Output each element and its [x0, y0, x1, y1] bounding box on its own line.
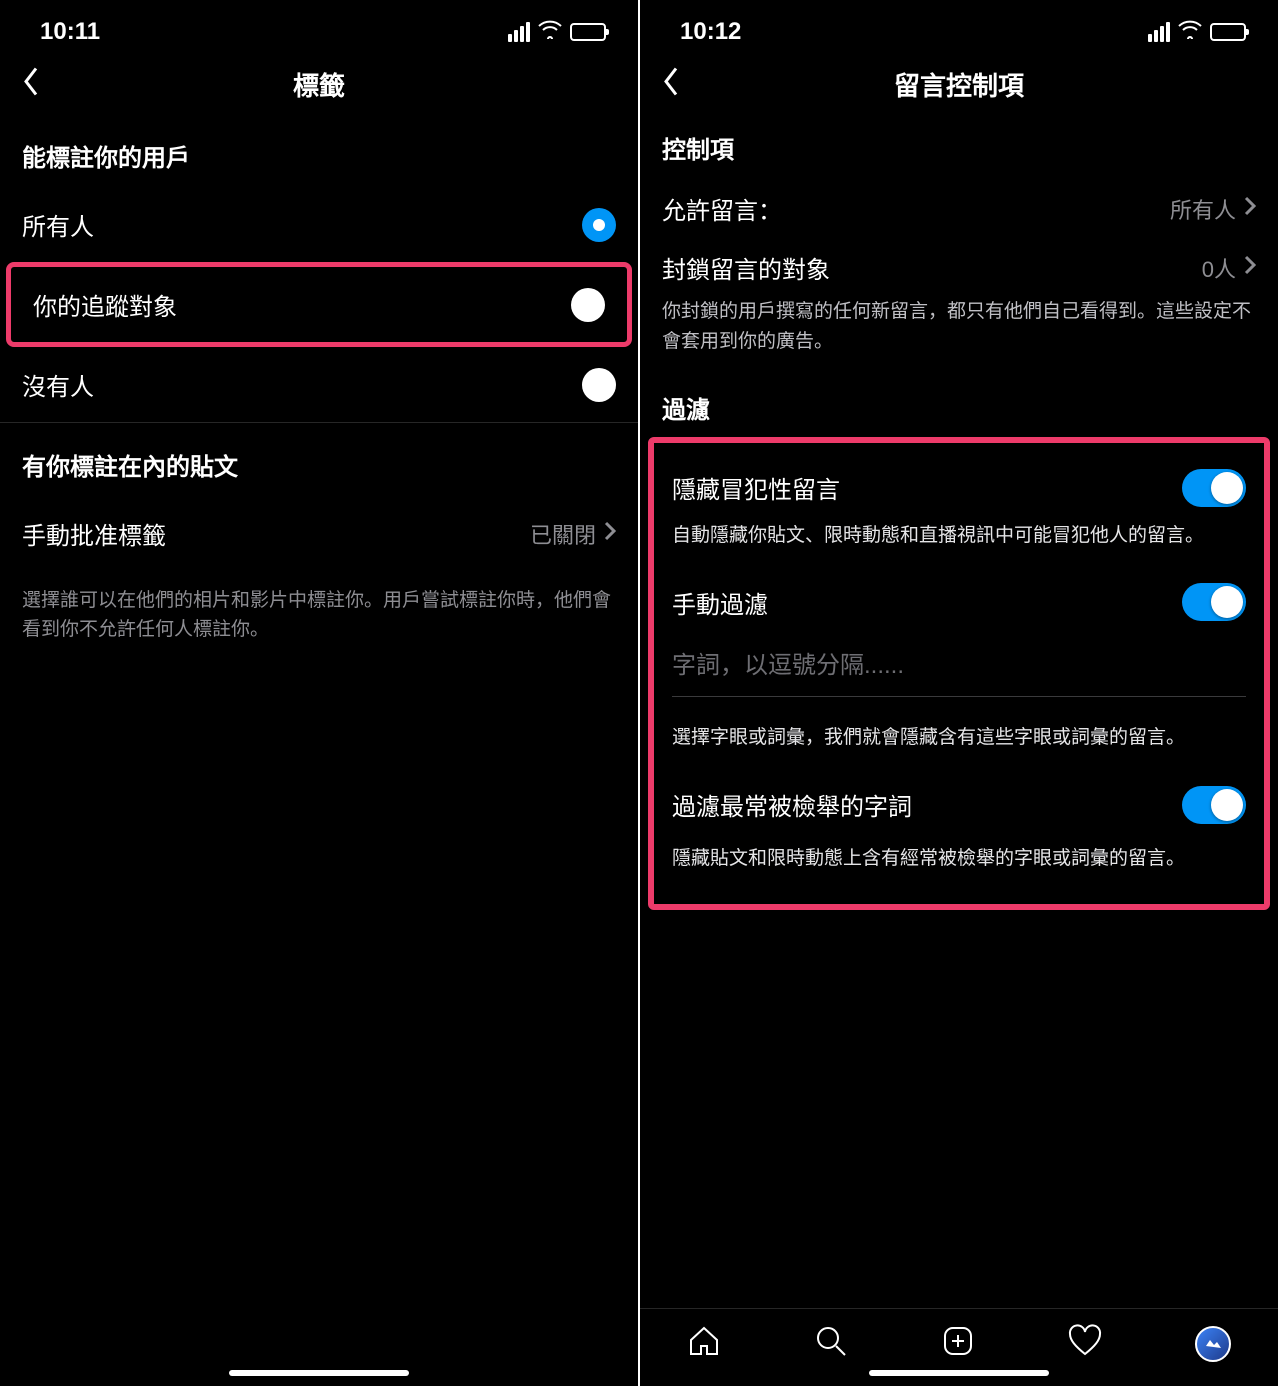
section-header-tag-users: 能標註你的用戶	[0, 114, 638, 187]
cellular-icon	[1148, 22, 1170, 42]
hide-offensive-row[interactable]: 隱藏冒犯性留言	[672, 463, 1246, 521]
status-bar: 10:11	[0, 0, 638, 54]
battery-icon	[570, 23, 606, 41]
home-indicator[interactable]	[229, 1370, 409, 1376]
chevron-right-icon	[1244, 196, 1256, 222]
radio-label: 所有人	[22, 207, 94, 242]
hide-offensive-label: 隱藏冒犯性留言	[672, 470, 840, 505]
block-comments-row[interactable]: 封鎖留言的對象 0人	[640, 238, 1278, 297]
value-text: 已關閉	[530, 518, 596, 550]
screenshot-right: 10:12 留言控制項 控制項 允許留言： 所有人 封鎖留言的對象 0人 你封鎖…	[640, 0, 1280, 1386]
manual-approve-row[interactable]: 手動批准標籤 已關閉	[0, 496, 638, 571]
back-button[interactable]	[662, 67, 680, 102]
section-header-filter: 過濾	[640, 370, 1278, 437]
home-indicator[interactable]	[869, 1370, 1049, 1376]
back-button[interactable]	[22, 67, 40, 102]
manual-approve-value: 已關閉	[530, 518, 616, 550]
wifi-icon	[538, 18, 562, 46]
radio-unselected-icon	[582, 368, 616, 402]
home-icon[interactable]	[687, 1324, 721, 1363]
hide-offensive-description: 自動隱藏你貼文、限時動態和直播視訊中可能冒犯他人的留言。	[672, 521, 1246, 557]
radio-selected-icon	[582, 208, 616, 242]
radio-label: 你的追蹤對象	[33, 287, 177, 322]
common-reported-description: 隱藏貼文和限時動態上含有經常被檢舉的字眼或詞彙的留言。	[672, 838, 1246, 880]
manual-approve-label: 手動批准標籤	[22, 516, 166, 551]
common-reported-label: 過濾最常被檢舉的字詞	[672, 787, 912, 822]
toggle-on[interactable]	[1182, 583, 1246, 621]
value-text: 所有人	[1170, 193, 1236, 225]
manual-filter-label: 手動過濾	[672, 585, 768, 620]
block-comments-value: 0人	[1202, 252, 1256, 284]
radio-unselected-icon	[571, 288, 605, 322]
toggle-on[interactable]	[1182, 786, 1246, 824]
profile-avatar[interactable]	[1195, 1326, 1231, 1362]
new-post-icon[interactable]	[941, 1324, 975, 1363]
cellular-icon	[508, 22, 530, 42]
allow-comments-label: 允許留言：	[662, 191, 782, 226]
wifi-icon	[1178, 18, 1202, 46]
chevron-right-icon	[1244, 255, 1256, 281]
keywords-input[interactable]: 字詞，以逗號分隔......	[672, 645, 1246, 697]
section-header-controls: 控制項	[640, 114, 1278, 179]
block-comments-description: 你封鎖的用戶撰寫的任何新留言，都只有他們自己看得到。這些設定不會套用到你的廣告。	[640, 297, 1278, 370]
block-comments-label: 封鎖留言的對象	[662, 250, 830, 285]
nav-header: 標籤	[0, 54, 638, 114]
value-text: 0人	[1202, 252, 1236, 284]
search-icon[interactable]	[814, 1324, 848, 1363]
chevron-right-icon	[604, 521, 616, 547]
manual-filter-row[interactable]: 手動過濾	[672, 557, 1246, 635]
page-title: 標籤	[293, 66, 345, 103]
section-header-tagged-posts: 有你標註在內的貼文	[0, 423, 638, 496]
manual-filter-description: 選擇字眼或詞彙，我們就會隱藏含有這些字眼或詞彙的留言。	[672, 705, 1246, 759]
radio-row-everyone[interactable]: 所有人	[0, 187, 638, 262]
filter-section-highlighted: 隱藏冒犯性留言 自動隱藏你貼文、限時動態和直播視訊中可能冒犯他人的留言。 手動過…	[648, 437, 1270, 910]
nav-header: 留言控制項	[640, 54, 1278, 114]
status-bar: 10:12	[640, 0, 1278, 54]
status-time: 10:11	[40, 18, 100, 46]
page-title: 留言控制項	[894, 66, 1024, 103]
status-icons	[508, 18, 606, 46]
toggle-on[interactable]	[1182, 469, 1246, 507]
activity-icon[interactable]	[1068, 1324, 1102, 1363]
radio-row-following-highlighted[interactable]: 你的追蹤對象	[6, 262, 632, 347]
status-icons	[1148, 18, 1246, 46]
battery-icon	[1210, 23, 1246, 41]
status-time: 10:12	[680, 18, 741, 46]
footnote-text: 選擇誰可以在他們的相片和影片中標註你。用戶嘗試標註你時，他們會看到你不允許任何人…	[0, 571, 638, 644]
common-reported-row[interactable]: 過濾最常被檢舉的字詞	[672, 760, 1246, 838]
radio-label: 沒有人	[22, 367, 94, 402]
allow-comments-row[interactable]: 允許留言： 所有人	[640, 179, 1278, 238]
allow-comments-value: 所有人	[1170, 193, 1256, 225]
radio-row-noone[interactable]: 沒有人	[0, 347, 638, 422]
screenshot-left: 10:11 標籤 能標註你的用戶 所有人 你的追蹤對象 沒有人 有你標註在內的貼…	[0, 0, 640, 1386]
